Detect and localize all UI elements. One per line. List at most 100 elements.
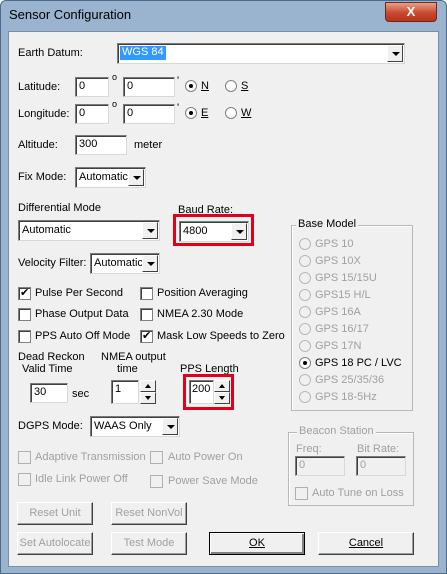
dead-reckon-unit: sec (72, 388, 90, 400)
close-button[interactable]: X (385, 2, 437, 22)
fix-mode-value: Automatic (79, 171, 128, 183)
fix-mode-label: Fix Mode: (18, 171, 67, 183)
set-autolocate-button[interactable]: Set Autolocate (17, 532, 93, 555)
auto-power-on-label: Auto Power On (168, 451, 243, 463)
longitude-minutes-input[interactable]: 0 (123, 104, 175, 124)
pps-auto-off-mode-checkbox[interactable] (18, 330, 31, 343)
cancel-button[interactable]: Cancel (318, 532, 414, 555)
phase-output-data-label: Phase Output Data (35, 308, 129, 320)
latitude-degrees-input[interactable]: 0 (75, 77, 109, 97)
spin-down-icon[interactable] (140, 392, 156, 404)
base-model-label: GPS 15/15U (315, 272, 377, 284)
adaptive-transmission-checkbox[interactable] (18, 451, 31, 464)
beacon-freq-input[interactable]: 0 (295, 456, 345, 476)
power-save-mode-checkbox[interactable] (150, 475, 163, 488)
longitude-west-radio[interactable] (225, 107, 237, 119)
idle-link-power-off-checkbox[interactable] (18, 473, 31, 486)
base-model-label: GPS 10X (315, 255, 361, 267)
altitude-unit: meter (134, 139, 163, 151)
base-model-label: GPS 17N (315, 340, 362, 352)
adaptive-transmission-label: Adaptive Transmission (35, 451, 146, 463)
pulse-per-second-checkbox[interactable] (18, 286, 31, 300)
longitude-degree-symbol: o (112, 99, 118, 109)
chevron-down-icon[interactable] (162, 418, 178, 435)
nmea-230-mode-checkbox[interactable] (140, 308, 153, 321)
chevron-down-icon[interactable] (142, 222, 158, 239)
chevron-down-icon[interactable] (387, 45, 403, 62)
pulse-per-second-label: Pulse Per Second (35, 287, 124, 299)
chevron-down-icon[interactable] (142, 255, 158, 272)
base-model-radio[interactable] (299, 238, 311, 250)
mask-low-speeds-label: Mask Low Speeds to Zero (157, 330, 285, 342)
longitude-east-radio[interactable] (185, 107, 197, 119)
idle-link-power-off-label: Idle Link Power Off (35, 473, 128, 485)
dead-reckon-input[interactable]: 30 (30, 383, 68, 403)
position-averaging-checkbox[interactable] (140, 287, 153, 300)
base-model-label-selected: GPS 18 PC / LVC (315, 357, 402, 369)
title-bar[interactable]: Sensor Configuration X (1, 1, 446, 31)
base-model-radio[interactable] (299, 391, 311, 403)
velocity-filter-label: Velocity Filter: (18, 257, 87, 269)
base-model-radio[interactable] (299, 374, 311, 386)
longitude-degrees-input[interactable]: 0 (75, 104, 109, 124)
nmea-output-sublabel: time (117, 363, 138, 375)
mask-low-speeds-checkbox[interactable] (140, 329, 153, 343)
nmea-output-input[interactable]: 1 (111, 380, 139, 404)
earth-datum-select[interactable]: WGS 84 (117, 43, 405, 64)
earth-datum-label: Earth Datum: (18, 47, 83, 59)
base-model-radio[interactable] (299, 255, 311, 267)
window-title: Sensor Configuration (9, 7, 132, 22)
latitude-north-label: N (201, 80, 209, 92)
base-model-radio[interactable] (299, 323, 311, 335)
latitude-north-radio[interactable] (185, 80, 197, 92)
latitude-south-label: S (241, 80, 249, 92)
latitude-south-radio[interactable] (225, 80, 237, 92)
beacon-bitrate-input[interactable]: 0 (356, 456, 406, 476)
phase-output-data-checkbox[interactable] (18, 308, 31, 321)
power-save-mode-label: Power Save Mode (168, 475, 258, 487)
dgps-mode-select[interactable]: WAAS Only (90, 416, 180, 437)
base-model-label: GPS 18-5Hz (315, 391, 377, 403)
base-model-label: GPS 10 (315, 238, 354, 250)
auto-tune-on-loss-label: Auto Tune on Loss (312, 487, 404, 499)
position-averaging-label: Position Averaging (157, 287, 248, 299)
base-model-group: Base Model GPS 10 GPS 10X GPS 15/15U GPS… (291, 218, 413, 411)
base-model-radio[interactable] (299, 289, 311, 301)
velocity-filter-select[interactable]: Automatic (90, 253, 160, 274)
dgps-mode-label: DGPS Mode: (18, 420, 83, 432)
base-model-radio[interactable] (299, 306, 311, 318)
differential-mode-label: Differential Mode (18, 202, 101, 214)
differential-mode-select[interactable]: Automatic (18, 220, 160, 241)
chevron-down-icon[interactable] (128, 169, 144, 186)
auto-tune-on-loss-checkbox[interactable] (295, 487, 308, 500)
latitude-minutes-input[interactable]: 0 (123, 77, 175, 97)
beacon-freq-label: Freq: (296, 443, 322, 455)
base-model-radio-selected[interactable] (299, 357, 311, 369)
velocity-filter-value: Automatic (94, 257, 143, 269)
nmea-output-spinner[interactable] (140, 380, 156, 404)
test-mode-button[interactable]: Test Mode (111, 532, 187, 555)
dialog-body: Earth Datum: WGS 84 Latitude: 0 o 0 ' N … (8, 31, 439, 567)
dgps-mode-value: WAAS Only (94, 420, 152, 432)
beacon-station-group: Beacon Station Freq: 0 Bit Rate: 0 Auto … (288, 425, 414, 506)
base-model-radio[interactable] (299, 272, 311, 284)
ok-button[interactable]: OK (209, 532, 305, 555)
dead-reckon-sublabel: Valid Time (22, 363, 73, 375)
reset-nonvol-button[interactable]: Reset NonVol (111, 502, 187, 525)
sensor-configuration-window: Sensor Configuration X Earth Datum: WGS … (0, 0, 447, 574)
auto-power-on-checkbox[interactable] (150, 451, 163, 464)
differential-mode-value: Automatic (22, 224, 71, 236)
latitude-degree-symbol: o (112, 72, 118, 82)
nmea-230-mode-label: NMEA 2.30 Mode (157, 308, 244, 320)
spin-up-icon[interactable] (140, 380, 156, 392)
reset-unit-button[interactable]: Reset Unit (17, 502, 93, 525)
altitude-input[interactable]: 300 (75, 135, 127, 155)
base-model-title: Base Model (296, 218, 359, 230)
longitude-minute-symbol: ' (177, 102, 180, 114)
base-model-label: GPS15 H/L (315, 289, 371, 301)
longitude-west-label: W (241, 107, 252, 119)
fix-mode-select[interactable]: Automatic (75, 167, 146, 188)
earth-datum-value: WGS 84 (120, 46, 166, 60)
pps-length-highlight-box (183, 374, 234, 410)
base-model-radio[interactable] (299, 340, 311, 352)
